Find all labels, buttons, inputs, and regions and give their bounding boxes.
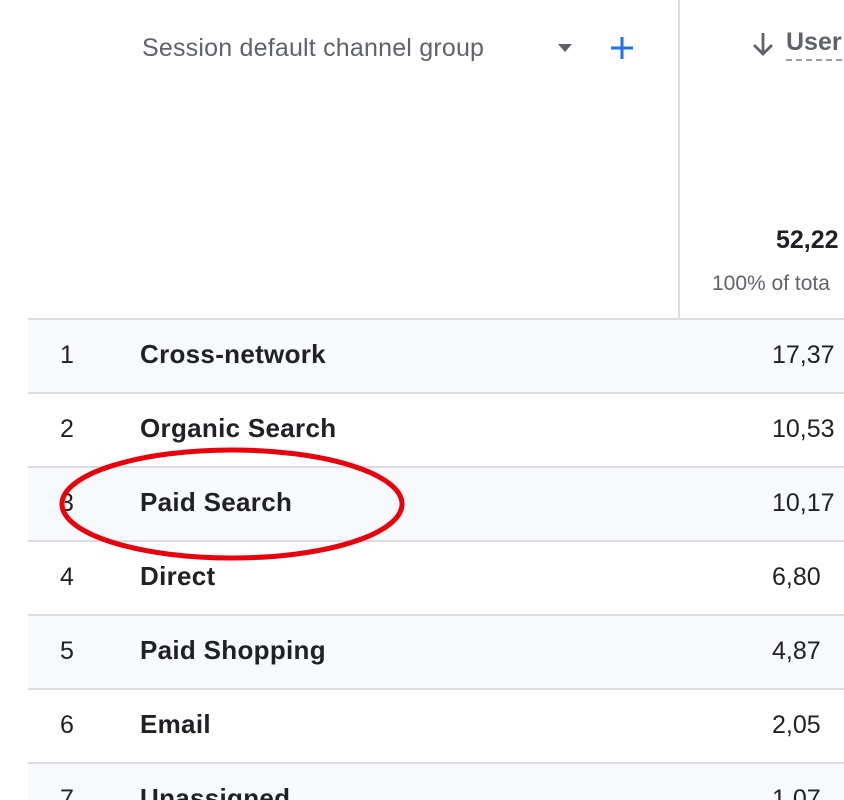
row-index: 7 — [60, 785, 74, 800]
row-channel-name: Cross-network — [140, 339, 326, 369]
plus-icon[interactable] — [604, 30, 640, 66]
row-index: 1 — [60, 341, 74, 369]
row-users-value: 1,07 — [772, 785, 821, 800]
report-table-view: Session default channel group User 52,22… — [0, 0, 844, 800]
table-row[interactable]: 1 Cross-network 17,37 — [28, 318, 844, 392]
row-users-value: 17,37 — [772, 341, 835, 369]
row-channel-name: Direct — [140, 561, 216, 591]
metric-header-label: User — [786, 28, 842, 61]
row-users-value: 10,17 — [772, 489, 835, 517]
row-index: 3 — [60, 489, 74, 517]
row-users-value: 2,05 — [772, 711, 821, 739]
row-channel-name: Paid Search — [140, 487, 293, 517]
row-users-value: 6,80 — [772, 563, 821, 591]
table-row[interactable]: 6 Email 2,05 — [28, 688, 844, 762]
total-value: 52,22 — [776, 226, 839, 254]
table-row[interactable]: 7 Unassigned 1,07 — [28, 762, 844, 800]
dimension-column-header[interactable]: Session default channel group — [142, 28, 484, 68]
row-users-value: 4,87 — [772, 637, 821, 665]
row-channel-name: Unassigned — [140, 783, 291, 800]
row-channel-name: Organic Search — [140, 413, 337, 443]
table-row[interactable]: 5 Paid Shopping 4,87 — [28, 614, 844, 688]
users-metric-header[interactable]: User — [748, 24, 842, 64]
arrow-down-icon[interactable] — [748, 28, 778, 60]
dimension-header-label: Session default channel group — [142, 33, 485, 62]
table-row[interactable]: 2 Organic Search 10,53 — [28, 392, 844, 466]
caret-down-icon[interactable] — [555, 40, 575, 56]
row-channel-name: Email — [140, 709, 211, 739]
row-users-value: 10,53 — [772, 415, 835, 443]
row-channel-name: Paid Shopping — [140, 635, 326, 665]
row-index: 5 — [60, 637, 74, 665]
table-row[interactable]: 4 Direct 6,80 — [28, 540, 844, 614]
row-index: 2 — [60, 415, 74, 443]
row-index: 6 — [60, 711, 74, 739]
row-index: 4 — [60, 563, 74, 591]
table-row[interactable]: 3 Paid Search 10,17 — [28, 466, 844, 540]
table-body: 1 Cross-network 17,37 2 Organic Search 1… — [28, 318, 844, 800]
total-percent-label: 100% of tota — [712, 272, 830, 295]
